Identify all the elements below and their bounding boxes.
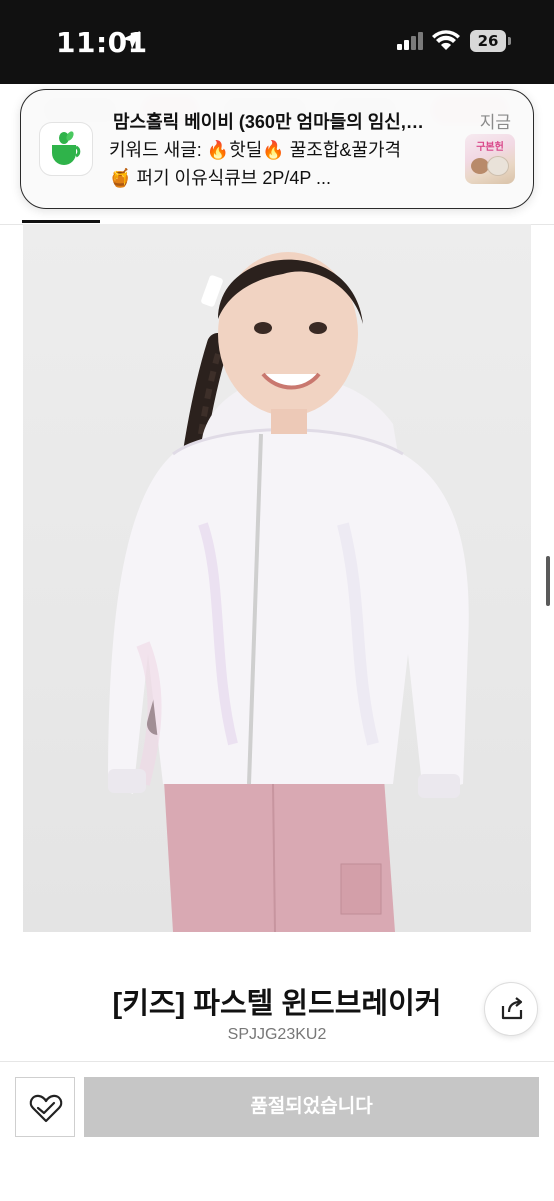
product-image[interactable] bbox=[23, 224, 531, 932]
wishlist-button[interactable] bbox=[15, 1077, 75, 1137]
push-notification[interactable]: 맘스홀릭 베이비 (360만 엄마들의 임신,… 키워드 새글: 🔥핫딜🔥 꿀조… bbox=[20, 89, 534, 209]
active-tab-underline bbox=[22, 220, 100, 223]
notification-time: 지금 bbox=[479, 113, 511, 132]
location-arrow-icon bbox=[120, 29, 142, 56]
notification-thumbnail: 구본헌 bbox=[465, 134, 515, 184]
notification-title: 맘스홀릭 베이비 (360만 엄마들의 임신,… bbox=[113, 112, 424, 132]
thumbnail-label: 구본헌 bbox=[476, 142, 504, 153]
product-code: SPJJG23KU2 bbox=[227, 1026, 327, 1043]
soldout-button: 품절되었습니다 bbox=[84, 1077, 539, 1137]
cellular-signal-icon bbox=[397, 32, 425, 55]
girl-in-windbreaker-illustration bbox=[108, 252, 469, 932]
heart-check-icon bbox=[29, 1094, 63, 1123]
bottom-action-bar: 품절되었습니다 bbox=[0, 1061, 554, 1201]
scroll-indicator[interactable] bbox=[546, 556, 550, 606]
share-button[interactable] bbox=[484, 982, 538, 1036]
share-icon bbox=[501, 997, 523, 1020]
teacup-app-icon bbox=[39, 122, 93, 176]
status-bar: 11:01 26 bbox=[0, 0, 554, 84]
wifi-icon bbox=[432, 30, 460, 57]
notification-body-line2: 🍯 퍼기 이유식큐브 2P/4P ... bbox=[109, 168, 332, 188]
product-title: [키즈] 파스텔 윈드브레이커 bbox=[112, 988, 442, 1020]
notification-body-line1: 키워드 새글: 🔥핫딜🔥 꿀조합&꿀가격 bbox=[109, 140, 402, 160]
thumbnail-cat-shape bbox=[487, 156, 509, 176]
battery-icon: 26 bbox=[470, 30, 511, 52]
